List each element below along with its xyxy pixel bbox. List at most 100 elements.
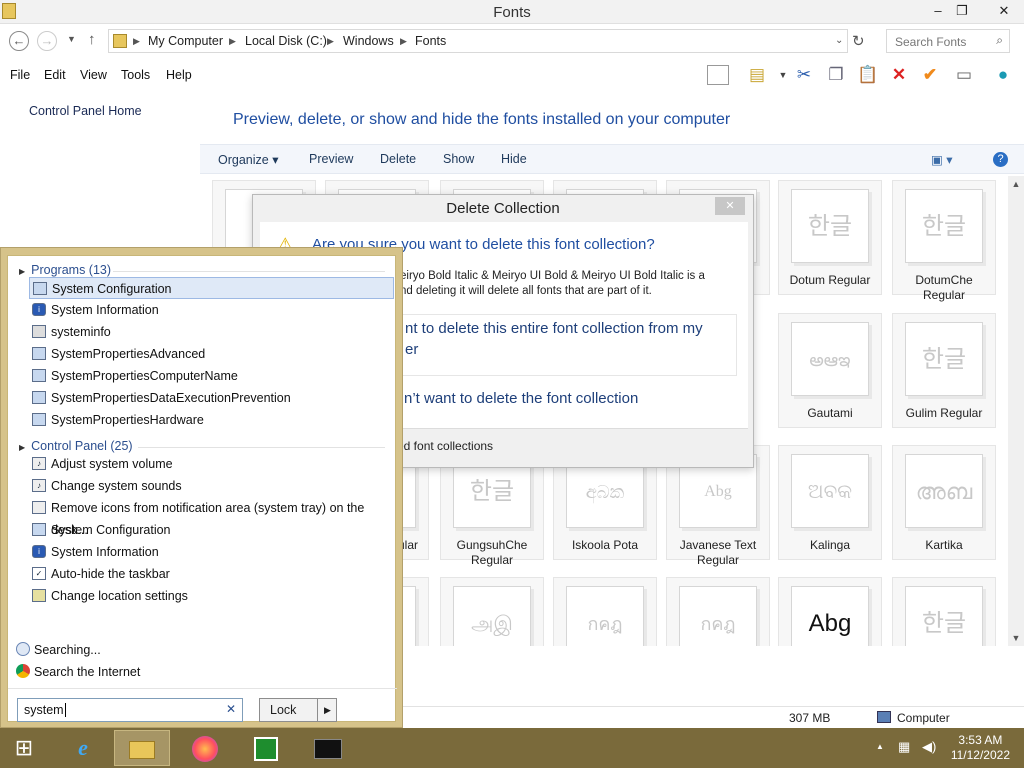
- result-systeminfo[interactable]: systeminfo: [29, 321, 394, 343]
- font-tile[interactable]: กคฎ: [553, 577, 657, 646]
- result-systempropertiescomputername[interactable]: SystemPropertiesComputerName: [29, 365, 394, 387]
- result-systempropertieshardware[interactable]: SystemPropertiesHardware: [29, 409, 394, 431]
- divider: [138, 447, 385, 448]
- show-hidden-icons-icon[interactable]: ▲: [876, 742, 884, 751]
- layout-icon[interactable]: [707, 65, 729, 85]
- control-panel-group-header[interactable]: ▶ Control Panel (25): [19, 439, 133, 453]
- menu-help[interactable]: Help: [166, 68, 192, 82]
- breadcrumb-fonts[interactable]: Fonts: [415, 34, 446, 48]
- menu-view[interactable]: View: [80, 68, 107, 82]
- network-icon[interactable]: ▦: [898, 739, 910, 755]
- up-button[interactable]: ↑: [88, 31, 96, 48]
- recent-dropdown-icon[interactable]: ▼: [67, 34, 76, 44]
- close-button[interactable]: ✕: [984, 0, 1024, 22]
- chrome-icon: [16, 664, 30, 678]
- start-button-windows-icon[interactable]: ⊞: [0, 730, 48, 766]
- back-button[interactable]: ←: [9, 31, 29, 51]
- divider: [113, 271, 385, 272]
- command-prompt-icon[interactable]: [300, 730, 356, 766]
- footer-link[interactable]: ed font collections: [397, 439, 493, 453]
- result-change-sounds[interactable]: ♪ Change system sounds: [29, 475, 394, 497]
- properties-icon[interactable]: ▤: [746, 64, 768, 86]
- result-systempropertiesdep[interactable]: SystemPropertiesDataExecutionPrevention: [29, 387, 394, 409]
- clock[interactable]: 3:53 AM 11/12/2022: [951, 733, 1010, 763]
- breadcrumb-local-disk[interactable]: Local Disk (C:): [245, 34, 327, 48]
- program-icon: [32, 391, 46, 404]
- menu-file[interactable]: File: [10, 68, 30, 82]
- forward-button[interactable]: →: [37, 31, 57, 51]
- taskbar: ⊞ e ▲ ▦ ◀) 3:53 AM 11/12/2022: [0, 728, 1024, 768]
- programs-group-header[interactable]: ▶ Programs (13): [19, 263, 111, 277]
- checkmark-icon[interactable]: ✔: [919, 64, 941, 86]
- paste-icon[interactable]: 📋: [857, 64, 879, 86]
- font-tile-dotum[interactable]: 한글 Dotum Regular: [778, 180, 882, 295]
- dialog-body-line2: nd deleting it will delete all fonts tha…: [400, 285, 652, 297]
- cancel-option[interactable]: n’t want to delete the font collection: [404, 390, 638, 407]
- font-tile[interactable]: 한글: [892, 577, 996, 646]
- menu-tools[interactable]: Tools: [121, 68, 150, 82]
- result-adjust-volume[interactable]: ♪ Adjust system volume: [29, 453, 394, 475]
- delete-icon[interactable]: ✕: [888, 64, 910, 86]
- result-system-information-cp[interactable]: i System Information: [29, 541, 394, 563]
- breadcrumb-my-computer[interactable]: My Computer: [148, 34, 223, 48]
- font-tile[interactable]: กคฎ: [666, 577, 770, 646]
- search-input[interactable]: Search Fonts ⌕: [886, 29, 1010, 53]
- copy-icon[interactable]: ❐: [825, 64, 847, 86]
- result-system-configuration-cp[interactable]: System Configuration: [29, 519, 394, 541]
- file-explorer-icon[interactable]: [114, 730, 170, 766]
- breadcrumb-windows[interactable]: Windows: [343, 34, 394, 48]
- start-search-input[interactable]: system ✕: [17, 698, 243, 722]
- chevron-down-icon[interactable]: ⌄: [835, 35, 843, 46]
- search-query-text: system: [24, 703, 64, 717]
- dialog-close-button[interactable]: ✕: [715, 197, 745, 215]
- refresh-icon[interactable]: ↻: [852, 32, 865, 50]
- help-icon[interactable]: ?: [993, 152, 1008, 167]
- volume-icon[interactable]: ◀): [922, 739, 936, 755]
- lock-button[interactable]: Lock ▶: [259, 698, 337, 722]
- delete-button[interactable]: Delete: [380, 152, 416, 166]
- window-title: Fonts: [493, 4, 531, 21]
- font-tile[interactable]: அஇ: [440, 577, 544, 646]
- globe-icon[interactable]: ●: [992, 64, 1014, 86]
- font-tile-gulim[interactable]: 한글 Gulim Regular: [892, 313, 996, 428]
- program-icon: [32, 369, 46, 382]
- result-system-information[interactable]: i System Information: [29, 299, 394, 321]
- show-button[interactable]: Show: [443, 152, 474, 166]
- maximize-button[interactable]: ❐: [946, 0, 978, 22]
- result-systempropertiesadvanced[interactable]: SystemPropertiesAdvanced: [29, 343, 394, 365]
- page-heading: Preview, delete, or show and hide the fo…: [233, 111, 731, 128]
- result-remove-tray-icons[interactable]: Remove icons from notification area (sys…: [29, 497, 394, 537]
- internet-explorer-icon[interactable]: e: [55, 730, 111, 766]
- font-tile[interactable]: Abg: [778, 577, 882, 646]
- menu-edit[interactable]: Edit: [44, 68, 66, 82]
- preview-button[interactable]: Preview: [309, 152, 353, 166]
- control-panel-home-link[interactable]: Control Panel Home: [29, 104, 142, 118]
- font-tile-gautami[interactable]: అఆఇ Gautami: [778, 313, 882, 428]
- search-placeholder: Search Fonts: [895, 35, 967, 49]
- delete-collection-option[interactable]: nt to delete this entire font collection…: [400, 314, 737, 376]
- result-auto-hide-taskbar[interactable]: ✓ Auto-hide the taskbar: [29, 563, 394, 585]
- chevron-down-icon[interactable]: ▼: [772, 64, 794, 86]
- rename-icon[interactable]: ▭: [953, 64, 975, 86]
- font-tile-dotumche[interactable]: 한글 DotumChe Regular: [892, 180, 996, 302]
- font-tile-kartika[interactable]: അബ Kartika: [892, 445, 996, 560]
- start-search-panel: ▶ Programs (13) System Configuration i Sys…: [0, 247, 403, 728]
- divider: [8, 688, 397, 689]
- store-icon[interactable]: [238, 730, 294, 766]
- result-change-location[interactable]: Change location settings: [29, 585, 394, 607]
- organize-button[interactable]: Organize ▾: [218, 152, 278, 167]
- hide-button[interactable]: Hide: [501, 152, 527, 166]
- firefox-icon[interactable]: [177, 730, 233, 766]
- lock-label: Lock: [270, 703, 297, 717]
- clear-search-icon[interactable]: ✕: [226, 702, 236, 716]
- lock-options-arrow-icon[interactable]: ▶: [317, 699, 337, 721]
- view-options-icon[interactable]: ▣ ▾: [931, 152, 953, 167]
- program-icon: [32, 523, 46, 536]
- search-internet-link[interactable]: Search the Internet: [34, 665, 140, 679]
- menu-bar: File Edit View Tools Help ▤ ▼ ✂ ❐ 📋 ✕ ✔ …: [0, 60, 1024, 90]
- result-system-configuration[interactable]: System Configuration: [29, 277, 394, 299]
- font-tile-kalinga[interactable]: ଅବକ Kalinga: [778, 445, 882, 560]
- cut-icon[interactable]: ✂: [793, 64, 815, 86]
- address-bar[interactable]: ▶ My Computer ▶ Local Disk (C:) ▶ Window…: [108, 29, 848, 53]
- vertical-scrollbar[interactable]: ▲ ▼: [1008, 176, 1024, 646]
